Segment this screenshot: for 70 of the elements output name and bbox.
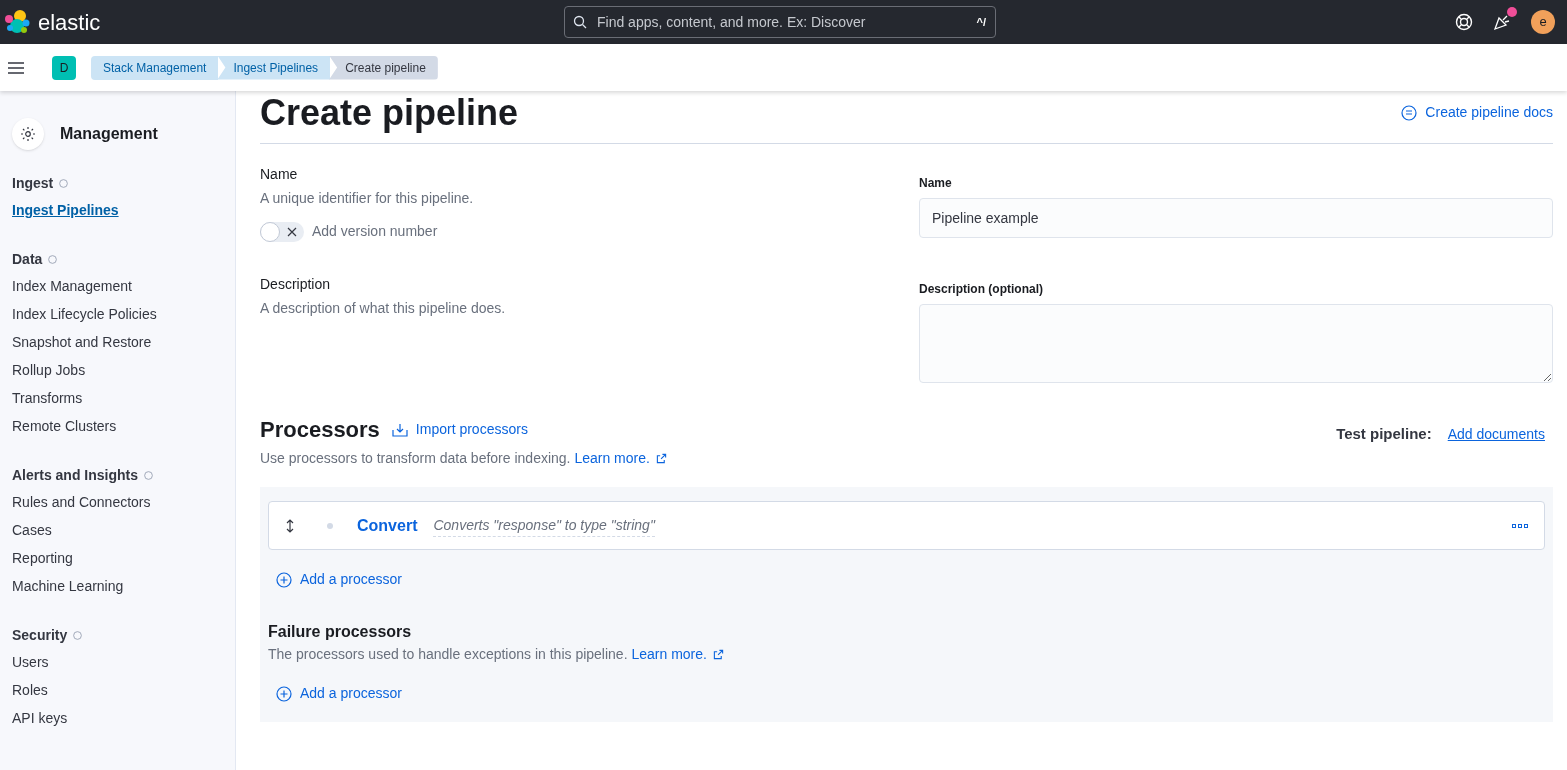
docs-link[interactable]: Create pipeline docs — [1401, 102, 1553, 123]
drag-handle-icon[interactable] — [285, 518, 295, 533]
breadcrumb[interactable]: Stack Management — [91, 55, 219, 80]
user-avatar[interactable]: e — [1531, 10, 1555, 34]
help-icon — [144, 470, 154, 480]
sidebar-item[interactable]: Index Management — [12, 272, 223, 300]
keyboard-shortcut: ^/ — [976, 15, 986, 30]
import-processors-link[interactable]: Import processors — [391, 419, 528, 440]
sidebar-item[interactable]: Cases — [12, 516, 223, 544]
help-icon — [73, 630, 83, 640]
help-icon — [48, 254, 58, 264]
page-title: Create pipeline — [260, 91, 519, 135]
menu-icon[interactable] — [8, 60, 24, 75]
help-icon[interactable] — [1455, 13, 1473, 31]
version-toggle[interactable] — [260, 221, 304, 242]
sidebar-item[interactable]: Remote Clusters — [12, 412, 223, 440]
learn-more-link[interactable]: Learn more. — [574, 450, 667, 466]
space-avatar[interactable]: D — [52, 55, 76, 80]
external-link-icon — [655, 453, 667, 464]
sidebar-group-title: Data — [12, 249, 43, 269]
name-input[interactable]: Pipeline example — [919, 198, 1553, 238]
sidebar-title: Management — [60, 124, 158, 144]
sidebar-item[interactable]: Ingest Pipelines — [12, 196, 223, 224]
breadcrumb[interactable]: Ingest Pipelines — [217, 55, 331, 80]
gear-icon — [12, 118, 44, 150]
failure-processors-description: The processors used to handle exceptions in this pipeline. Learn more. — [268, 644, 1545, 665]
more-options-icon[interactable] — [1512, 523, 1528, 528]
docs-icon — [1401, 104, 1418, 121]
processors-title: Processors — [260, 416, 380, 444]
sidebar-group-title: Security — [12, 625, 68, 645]
sidebar-item[interactable]: Rules and Connectors — [12, 488, 223, 516]
help-icon — [59, 178, 69, 188]
field-label: Name — [919, 175, 953, 192]
plus-circle-icon — [276, 571, 292, 588]
section-description: A description of what this pipeline does. — [260, 299, 507, 318]
import-icon — [391, 422, 408, 437]
sidebar-item[interactable]: Transforms — [12, 384, 223, 412]
sidebar-group-title: Ingest — [12, 173, 54, 193]
logo-icon — [4, 9, 30, 35]
sidebar-group-title: Alerts and Insights — [12, 465, 139, 485]
processor-name[interactable]: Convert — [357, 513, 418, 538]
plus-circle-icon — [276, 685, 292, 702]
cross-icon — [287, 226, 297, 237]
section-title: Name — [260, 165, 299, 184]
toggle-label: Add version number — [312, 222, 438, 241]
breadcrumb[interactable]: Create pipeline — [329, 55, 438, 80]
description-input[interactable] — [919, 304, 1553, 383]
add-processor-link[interactable]: Add a processor — [276, 569, 1545, 590]
logo-text: elastic — [38, 8, 101, 37]
add-processor-link[interactable]: Add a processor — [276, 683, 1545, 704]
field-label: Description (optional) — [919, 281, 1044, 298]
processors-description: Use processors to transform data before indexing. Learn more. — [260, 448, 667, 469]
sidebar-item[interactable]: API keys — [12, 704, 223, 732]
sidebar-item[interactable]: Reporting — [12, 544, 223, 572]
sidebar-item[interactable]: Users — [12, 648, 223, 676]
add-documents-link[interactable]: Add documents — [1447, 423, 1545, 445]
party-icon[interactable] — [1493, 13, 1511, 31]
external-link-icon — [712, 649, 724, 660]
test-pipeline-label: Test pipeline: — [1336, 424, 1432, 444]
sidebar-item[interactable]: Machine Learning — [12, 572, 223, 600]
section-description: A unique identifier for this pipeline. — [260, 189, 475, 208]
processor-summary: Converts "response" to type "string" — [433, 514, 655, 537]
sidebar-item[interactable]: Roles — [12, 676, 223, 704]
section-title: Description — [260, 275, 332, 294]
sidebar-item[interactable]: Rollup Jobs — [12, 356, 223, 384]
learn-more-link[interactable]: Learn more. — [631, 646, 724, 662]
search-icon — [573, 15, 587, 29]
sidebar-item[interactable]: Index Lifecycle Policies — [12, 300, 223, 328]
sidebar-item[interactable]: Snapshot and Restore — [12, 328, 223, 356]
failure-processors-title: Failure processors — [268, 622, 413, 642]
